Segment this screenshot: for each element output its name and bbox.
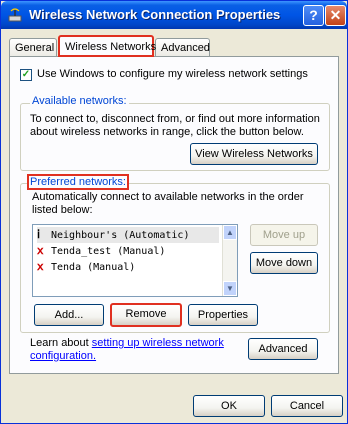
scroll-up-arrow-icon[interactable]: ▲ — [223, 225, 237, 240]
list-item[interactable]: ⅹ Tenda (Manual) — [37, 259, 135, 275]
use-windows-checkbox[interactable]: ✓ — [20, 69, 32, 81]
available-networks-description: To connect to, disconnect from, or find … — [30, 113, 320, 138]
preferred-networks-description: Automatically connect to available netwo… — [32, 191, 304, 216]
list-item[interactable]: ⅹ Tenda_test (Manual) — [37, 243, 165, 259]
wireless-network-icon: ⅰ — [37, 229, 41, 241]
advanced-button[interactable]: Advanced — [248, 338, 318, 360]
unavailable-network-icon: ⅹ — [37, 245, 44, 257]
ok-button[interactable]: OK — [193, 395, 265, 417]
preferred-networks-list[interactable]: ⅰ Neighbour's (Automatic) ⅹ Tenda_test (Ma… — [32, 224, 238, 297]
move-up-button[interactable]: Move up — [250, 224, 318, 246]
tab-advanced[interactable]: Advanced — [155, 38, 210, 56]
network-connection-icon — [8, 8, 22, 22]
learn-about-text: Learn about setting up wireless network … — [30, 337, 224, 362]
list-item[interactable]: ⅰ Neighbour's (Automatic) — [37, 227, 219, 243]
help-button[interactable]: ? — [303, 5, 324, 26]
preferred-networks-title: Preferred networks: — [27, 174, 129, 190]
tab-wireless-networks[interactable]: Wireless Networks — [58, 35, 156, 57]
view-wireless-networks-button[interactable]: View Wireless Networks — [190, 143, 318, 165]
use-windows-label: Use Windows to configure my wireless net… — [37, 68, 308, 80]
tab-general[interactable]: General — [9, 38, 57, 56]
window-title: Wireless Network Connection Properties — [29, 7, 281, 22]
title-bar[interactable]: Wireless Network Connection Properties ?… — [1, 1, 347, 29]
unavailable-network-icon: ⅹ — [37, 261, 44, 273]
available-networks-title: Available networks: — [30, 95, 129, 107]
scroll-down-arrow-icon[interactable]: ▼ — [223, 281, 237, 296]
wireless-networks-panel: ✓ Use Windows to configure my wireless n… — [9, 56, 339, 374]
cancel-button[interactable]: Cancel — [271, 395, 343, 417]
move-down-button[interactable]: Move down — [250, 252, 318, 274]
close-button[interactable]: ✕ — [325, 5, 346, 26]
properties-button[interactable]: Properties — [188, 304, 258, 326]
remove-button[interactable]: Remove — [110, 303, 182, 327]
list-scrollbar[interactable]: ▲ ▼ — [222, 225, 237, 296]
properties-dialog: Wireless Network Connection Properties ?… — [0, 0, 348, 424]
add-button[interactable]: Add... — [34, 304, 104, 326]
